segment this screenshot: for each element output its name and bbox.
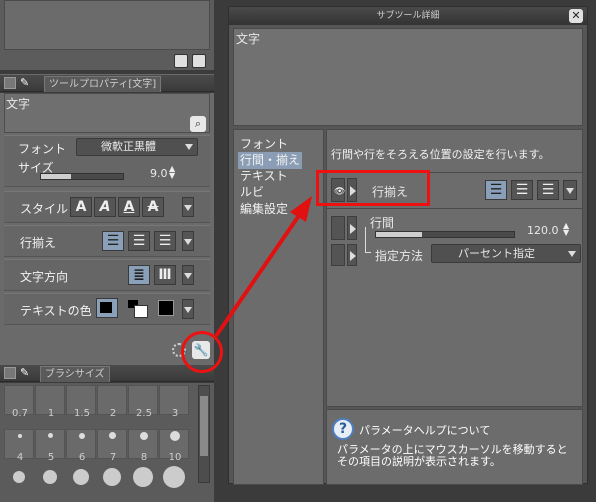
annotation-arrow bbox=[214, 196, 312, 338]
arrow-line bbox=[214, 212, 302, 338]
arrow-head bbox=[290, 196, 312, 222]
